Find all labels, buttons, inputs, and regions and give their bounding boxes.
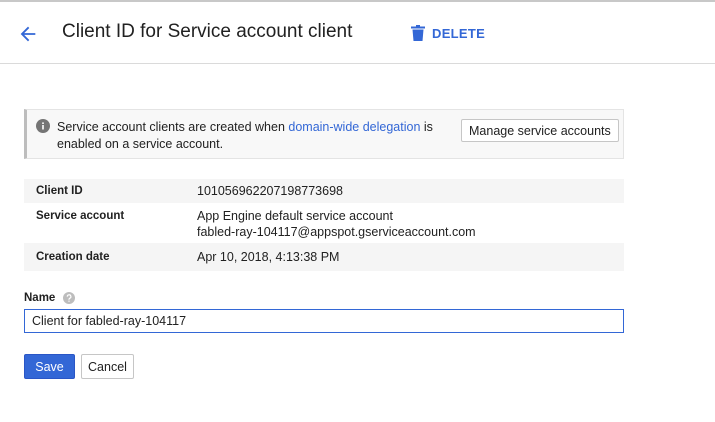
name-field-label: Name: [24, 292, 76, 304]
service-account-name: App Engine default service account: [197, 209, 393, 223]
page-title: Client ID for Service account client: [62, 21, 353, 42]
service-account-value: App Engine default service account fable…: [197, 208, 476, 240]
delete-label: DELETE: [432, 25, 486, 41]
save-button[interactable]: Save: [24, 354, 75, 379]
detail-row-client-id: Client ID 101056962207198773698: [24, 179, 624, 203]
info-text-before: Service account clients are created when: [57, 120, 289, 134]
info-message: Service account clients are created when…: [57, 119, 457, 153]
help-icon[interactable]: [63, 292, 76, 304]
client-details: Client ID 101056962207198773698 Service …: [24, 179, 624, 271]
manage-service-accounts-button[interactable]: Manage service accounts: [461, 119, 619, 142]
detail-row-creation-date: Creation date Apr 10, 2018, 4:13:38 PM: [24, 243, 624, 271]
info-banner: Service account clients are created when…: [24, 109, 624, 159]
name-label-text: Name: [24, 292, 56, 304]
name-input[interactable]: [24, 309, 624, 333]
info-icon: [36, 119, 50, 133]
page-header: Client ID for Service account client DEL…: [0, 2, 715, 64]
delete-button[interactable]: DELETE: [411, 25, 485, 41]
detail-row-service-account: Service account App Engine default servi…: [24, 203, 624, 243]
client-id-label: Client ID: [36, 185, 83, 197]
cancel-button[interactable]: Cancel: [81, 354, 134, 379]
creation-date-label: Creation date: [36, 251, 110, 263]
domain-wide-delegation-link[interactable]: domain-wide delegation: [288, 120, 420, 134]
creation-date-value: Apr 10, 2018, 4:13:38 PM: [197, 250, 340, 264]
service-account-label: Service account: [36, 210, 125, 222]
back-button[interactable]: [17, 23, 39, 45]
trash-icon: [411, 25, 425, 41]
service-account-email: fabled-ray-104117@appspot.gserviceaccoun…: [197, 225, 476, 239]
arrow-left-icon: [20, 26, 36, 42]
client-id-value: 101056962207198773698: [197, 184, 343, 198]
